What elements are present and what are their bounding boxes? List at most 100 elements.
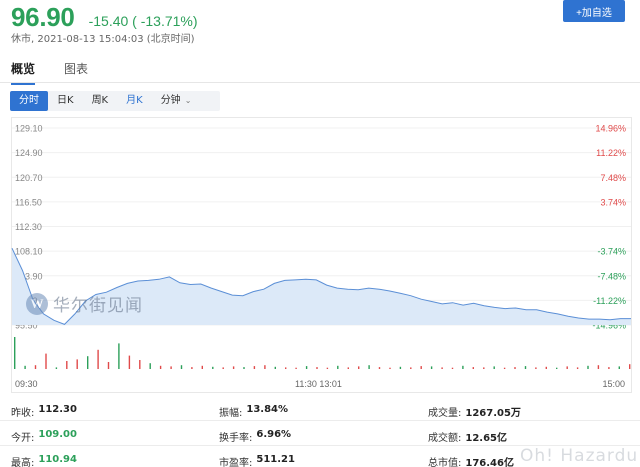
volume-bar	[212, 366, 214, 369]
stat-label: 换手率:	[219, 433, 253, 444]
volume-bar	[597, 365, 600, 369]
stats-row: 昨收: 112.30 振幅: 13.84% 成交量: 1267.05万	[0, 398, 640, 421]
intraday-chart[interactable]: 129.10 14.96% 124.90 11.22% 120.70 7.48% 116.5…	[0, 117, 640, 395]
stat-value: 12.65亿	[465, 433, 508, 444]
volume-bar	[128, 355, 131, 369]
volume-bar	[451, 367, 454, 369]
y-right-tick-label: -3.74%	[597, 247, 626, 257]
y-left-tick-label: 108.10	[15, 247, 43, 257]
volume-bar	[149, 363, 151, 369]
y-right-tick-label: -11.22%	[593, 296, 626, 306]
stat-prev-close: 昨收: 112.30	[11, 404, 77, 419]
price-change: -15.40 ( -13.71%)	[88, 13, 198, 29]
y-right-tick-label: 11.22%	[596, 148, 626, 158]
volume-bar	[483, 367, 485, 369]
period-minute-label: 分钟	[160, 95, 181, 106]
volume-bar	[441, 367, 443, 369]
volume-bar	[347, 367, 349, 369]
watermark-text: 华尔街见闻	[53, 296, 143, 316]
volume-bar	[232, 366, 235, 369]
volume-bar	[420, 366, 422, 369]
volume-bar	[66, 361, 68, 369]
stat-value: 1267.05万	[465, 408, 521, 419]
period-selector: 分时 日K 周K 月K 分钟 ⌄	[10, 91, 220, 111]
volume-bar	[389, 367, 391, 369]
volume-bar	[159, 365, 162, 369]
add-watchlist-button[interactable]: +加自选	[563, 0, 625, 22]
stat-label: 成交量:	[428, 408, 462, 419]
volume-bar	[493, 366, 495, 369]
current-price: 96.90	[11, 2, 75, 32]
volume-bar	[399, 366, 402, 369]
x-tick-label: 11:30 13:01	[295, 379, 342, 389]
stats-row: 今开: 109.00 换手率: 6.96% 成交额: 12.65亿	[0, 423, 640, 446]
volume-bar	[337, 365, 339, 369]
volume-bar	[34, 365, 37, 369]
y-left-tick-label: 116.50	[15, 197, 42, 207]
period-monthly[interactable]: 月K	[117, 91, 152, 111]
volume-bar	[566, 366, 568, 369]
volume-bar	[503, 367, 506, 369]
period-intraday[interactable]: 分时	[10, 91, 48, 111]
volume-bar	[608, 367, 610, 369]
stat-open: 今开: 109.00	[11, 429, 77, 444]
market-status: 休市, 2021-08-13 15:04:03 (北京时间)	[11, 34, 195, 45]
volume-bar	[76, 359, 78, 369]
volume-bar	[264, 365, 266, 369]
stat-market-cap: 总市值: 176.46亿	[428, 454, 514, 467]
stat-turnover-rate: 换手率: 6.96%	[219, 429, 291, 444]
volume-bar	[243, 367, 245, 369]
stat-value: 511.21	[256, 454, 295, 465]
volume-bar	[462, 365, 464, 369]
y-left-tick-label: 112.30	[15, 222, 42, 232]
volume-bar	[201, 365, 203, 369]
watermark: W 华尔街见闻	[26, 291, 143, 316]
x-tick-label: 09:30	[15, 379, 38, 389]
volume-bar	[378, 367, 381, 369]
volume-bar	[629, 364, 631, 369]
period-weekly[interactable]: 周K	[83, 91, 118, 111]
volume-bar	[305, 366, 308, 369]
period-daily[interactable]: 日K	[48, 91, 83, 111]
volume-bar	[472, 367, 474, 369]
volume-bar	[410, 367, 412, 369]
volume-bar	[139, 360, 141, 369]
stat-value: 109.00	[38, 429, 77, 440]
volume-bar	[285, 367, 287, 369]
chevron-down-icon: ⌄	[184, 96, 192, 105]
wallstreetcn-logo-icon: W	[26, 292, 48, 315]
volume-bar	[222, 367, 224, 369]
y-left-tick-label: 120.70	[15, 173, 43, 183]
stat-value: 13.84%	[246, 404, 289, 415]
stat-label: 成交额:	[428, 433, 462, 444]
stat-high: 最高: 110.94	[11, 454, 77, 467]
volume-bar	[514, 367, 516, 369]
tab-divider	[0, 82, 640, 83]
volume-bar	[368, 365, 370, 369]
stat-value: 6.96%	[256, 429, 292, 440]
y-right-tick-label: -7.48%	[597, 271, 626, 281]
stat-amplitude: 振幅: 13.84%	[219, 404, 288, 419]
volume-bar	[24, 365, 26, 369]
volume-bar	[556, 367, 558, 369]
volume-bar	[545, 366, 547, 369]
volume-bar	[274, 366, 276, 369]
period-minute-dropdown[interactable]: 分钟 ⌄	[152, 91, 201, 111]
stat-label: 昨收:	[11, 408, 35, 419]
stat-label: 市盈率:	[219, 458, 253, 467]
stat-value: 110.94	[38, 454, 77, 465]
stat-label: 总市值:	[428, 458, 462, 467]
volume-bar	[55, 367, 58, 369]
volume-bar	[576, 367, 579, 369]
chart-svg: 129.10 14.96% 124.90 11.22% 120.70 7.48% 116.5…	[11, 124, 631, 389]
volume-bar	[618, 366, 620, 369]
stat-turnover: 成交额: 12.65亿	[428, 429, 507, 444]
volume-bar	[535, 367, 537, 369]
volume-bar	[587, 365, 589, 369]
stat-value: 112.30	[38, 404, 77, 415]
corner-watermark: Oh! Hazardu	[520, 446, 639, 466]
volume-bar	[253, 366, 256, 369]
stat-pe-ratio: 市盈率: 511.21	[219, 454, 295, 467]
quote-header: 96.90 -15.40 ( -13.71%)	[11, 2, 198, 33]
x-tick-label: 15:00	[602, 379, 625, 389]
